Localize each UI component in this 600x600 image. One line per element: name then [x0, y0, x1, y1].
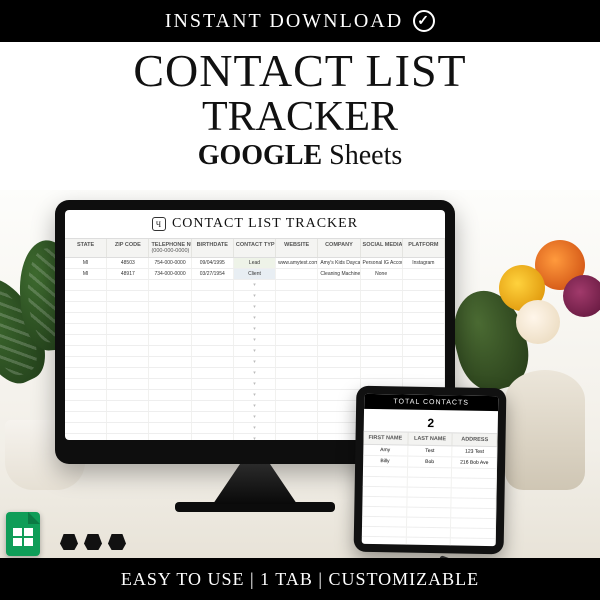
table-row-empty: ▾: [65, 313, 445, 324]
table-row-empty: ▾: [65, 291, 445, 302]
col-birthdate: BIRTHDATE: [192, 239, 234, 257]
sheet-logo-icon: Ч: [152, 217, 166, 231]
checkmark-circle-icon: ✓: [413, 10, 435, 32]
table-row: MI48503754-000-000009/04/1995Leadwww.amy…: [65, 258, 445, 269]
col-platform: PLATFORM: [403, 239, 445, 257]
banner-top-text: INSTANT DOWNLOAD: [165, 10, 403, 33]
tablet-rows: AmyTest123 TestBillyBob216 Bob Ave: [362, 445, 498, 546]
platform-thin: Sheets: [329, 140, 402, 171]
binder-clips-decoration: [60, 534, 126, 550]
table-row-empty: ▾: [65, 302, 445, 313]
table-row-empty: ▾: [65, 368, 445, 379]
tcol-first: FIRST NAME: [363, 432, 408, 445]
product-title-block: CONTACT LIST TRACKER GOOGLE Sheets: [0, 42, 600, 174]
title-line-1: CONTACT LIST: [0, 48, 600, 94]
spreadsheet-title: CONTACT LIST TRACKER: [172, 216, 358, 232]
google-sheets-icon: [6, 512, 40, 556]
title-line-2: TRACKER: [0, 96, 600, 138]
instant-download-banner: INSTANT DOWNLOAD ✓: [0, 0, 600, 42]
col-company: COMPANY: [318, 239, 360, 257]
total-contacts-value: 2: [364, 409, 498, 433]
spreadsheet-column-headers: STATE ZIP CODE TELEPHONE NUMBER(000-000-…: [65, 238, 445, 258]
platform-bold: GOOGLE: [198, 140, 322, 171]
table-row-empty: ▾: [65, 335, 445, 346]
col-zip: ZIP CODE: [107, 239, 149, 257]
col-contact-type: CONTACT TYPE: [234, 239, 276, 257]
table-row-empty: ▾: [65, 357, 445, 368]
tablet-mockup: TOTAL CONTACTS 2 FIRST NAME LAST NAME AD…: [354, 386, 507, 555]
table-row-empty: ▾: [65, 324, 445, 335]
table-row-empty: [362, 537, 496, 546]
table-row-empty: ▾: [65, 346, 445, 357]
table-row: MI48917734-000-000003/27/1954ClientClean…: [65, 269, 445, 280]
spreadsheet-title-bar: Ч CONTACT LIST TRACKER: [65, 210, 445, 238]
tcol-address: ADDRESS: [453, 433, 498, 446]
title-platform: GOOGLE Sheets: [0, 140, 600, 172]
tablet-screen: TOTAL CONTACTS 2 FIRST NAME LAST NAME AD…: [362, 394, 499, 546]
features-banner: EASY TO USE | 1 TAB | CUSTOMIZABLE: [0, 558, 600, 600]
col-social: SOCIAL MEDIA: [361, 239, 403, 257]
col-website: WEBSITE: [276, 239, 318, 257]
banner-bottom-text: EASY TO USE | 1 TAB | CUSTOMIZABLE: [121, 569, 479, 590]
tcol-last: LAST NAME: [408, 433, 453, 446]
product-scene: Ч CONTACT LIST TRACKER STATE ZIP CODE TE…: [0, 190, 600, 558]
col-phone: TELEPHONE NUMBER(000-000-0000): [149, 239, 191, 257]
col-state: STATE: [65, 239, 107, 257]
table-row-empty: ▾: [65, 280, 445, 291]
